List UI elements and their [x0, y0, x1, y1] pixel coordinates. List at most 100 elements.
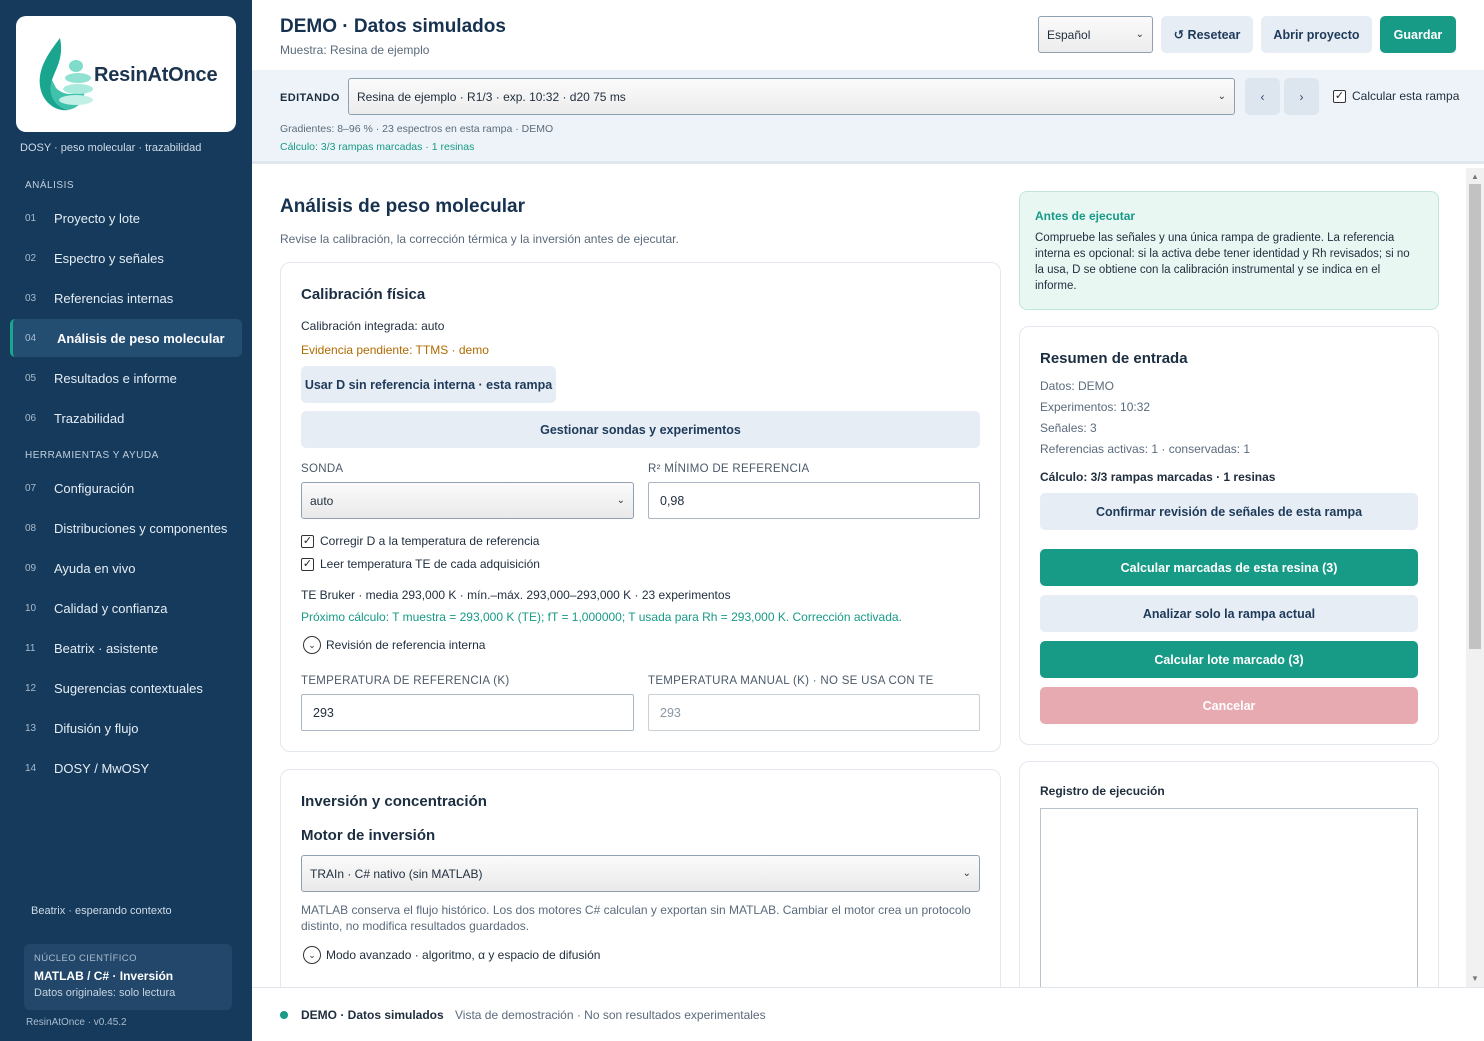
tagline: DOSY · peso molecular · trazabilidad — [20, 142, 202, 154]
probe-select[interactable]: auto ⌄ — [301, 482, 634, 519]
summary-data: Datos: DEMO — [1040, 379, 1115, 393]
alert-title: Antes de ejecutar — [1035, 209, 1136, 223]
run-log-card: Registro de ejecución — [1019, 761, 1439, 1009]
r2-label: R² MÍNIMO DE REFERENCIA — [648, 463, 810, 475]
alert-line: interna es opcional: si la activa debe t… — [1035, 248, 1410, 260]
run-log-textarea[interactable] — [1040, 808, 1418, 1008]
chevron-down-icon: ⌄ — [616, 495, 625, 506]
nav-item-references[interactable]: 03 Referencias internas — [10, 279, 242, 317]
language-select[interactable]: Español ⌄ — [1038, 16, 1153, 53]
edit-bar: EDITANDO Resina de ejemplo · R1/3 · exp.… — [252, 70, 1484, 164]
correct-d-label: Corregir D a la temperatura de referenci… — [320, 534, 540, 548]
nav-number: 06 — [25, 412, 37, 424]
r2-input[interactable]: 0,98 — [648, 482, 980, 519]
nav-item-suggestions[interactable]: 12 Sugerencias contextuales — [10, 669, 242, 707]
nav-item-quality[interactable]: 10 Calidad y confianza — [10, 589, 242, 627]
nav-item-dosy[interactable]: 14 DOSY / MwOSY — [10, 749, 242, 787]
analyze-current-ramp-button[interactable]: Analizar solo la rampa actual — [1040, 595, 1418, 632]
alert-line: Compruebe las señales y una única rampa … — [1035, 232, 1395, 244]
page-title: DEMO · Datos simulados — [280, 16, 506, 37]
engine-value: TRAIn · C# nativo (sin MATLAB) — [310, 866, 483, 881]
language-value: Español — [1047, 27, 1091, 42]
advanced-mode-label: Modo avanzado · algoritmo, α y espacio d… — [326, 948, 601, 962]
manage-probes-button[interactable]: Gestionar sondas y experimentos — [301, 411, 980, 448]
nav-item-live-help[interactable]: 09 Ayuda en vivo — [10, 549, 242, 587]
nav-item-project[interactable]: 01 Proyecto y lote — [10, 199, 242, 237]
status-dot-icon — [280, 1011, 288, 1019]
nav-number: 01 — [25, 212, 37, 224]
nav-item-molecular-weight[interactable]: 04 Análisis de peso molecular — [10, 319, 242, 357]
engine-select[interactable]: TRAIn · C# nativo (sin MATLAB) ⌄ — [301, 855, 980, 892]
advanced-mode-toggle[interactable]: ⌄ Modo avanzado · algoritmo, α y espacio… — [303, 946, 600, 964]
scrollbar-thumb[interactable] — [1469, 184, 1481, 649]
footer: DEMO · Datos simulados Vista de demostra… — [252, 987, 1484, 1041]
nav-item-results[interactable]: 05 Resultados e informe — [10, 359, 242, 397]
nav-item-traceability[interactable]: 06 Trazabilidad — [10, 399, 242, 437]
nav-number: 09 — [25, 562, 37, 574]
cancel-button[interactable]: Cancelar — [1040, 687, 1418, 724]
logo-card: ResinAtOnce — [16, 16, 236, 132]
engine-note-line2: distinto, no modifica resultados guardad… — [301, 919, 530, 933]
nav-item-configuration[interactable]: 07 Configuración — [10, 469, 242, 507]
te-info: TE Bruker · media 293,000 K · mín.–máx. … — [301, 588, 731, 602]
chevron-down-icon: ⌄ — [1135, 29, 1144, 40]
core-subtitle: Datos originales: solo lectura — [34, 987, 176, 999]
calc-ramp-label: Calcular esta rampa — [1352, 89, 1460, 103]
core-title: MATLAB / C# · Inversión — [34, 969, 174, 983]
summary-signals: Señales: 3 — [1040, 421, 1097, 435]
editing-label: EDITANDO — [280, 92, 340, 104]
nav-label: Análisis de peso molecular — [57, 330, 225, 346]
calc-marked-resin-button[interactable]: Calcular marcadas de esta resina (3) — [1040, 549, 1418, 586]
calc-info: Cálculo: 3/3 rampas marcadas · 1 resinas — [280, 141, 475, 153]
probe-value: auto — [310, 493, 334, 508]
integrated-calibration: Calibración integrada: auto — [301, 319, 445, 333]
nav-item-spectrum[interactable]: 02 Espectro y señales — [10, 239, 242, 277]
confirm-signals-button[interactable]: Confirmar revisión de señales de esta ra… — [1040, 493, 1418, 530]
calc-ramp-checkbox[interactable]: ✓ Calcular esta rampa — [1333, 89, 1459, 103]
calc-batch-button[interactable]: Calcular lote marcado (3) — [1040, 641, 1418, 678]
core-label: NÚCLEO CIENTÍFICO — [34, 953, 137, 964]
sidebar: ResinAtOnce DOSY · peso molecular · traz… — [0, 0, 252, 1041]
nav-item-diffusion[interactable]: 13 Difusión y flujo — [10, 709, 242, 747]
nav-number: 11 — [25, 642, 36, 654]
nav-label: DOSY / MwOSY — [54, 760, 150, 776]
ref-temp-label: TEMPERATURA DE REFERENCIA (K) — [301, 675, 510, 687]
expand-chevron-icon: ⌄ — [303, 946, 321, 964]
reference-review-toggle[interactable]: ⌄ Revisión de referencia interna — [303, 636, 485, 654]
ref-temp-input[interactable]: 293 — [301, 694, 634, 731]
pending-evidence: Evidencia pendiente: TTMS · demo — [301, 343, 489, 357]
inversion-card: Inversión y concentración Motor de inver… — [280, 769, 1001, 1009]
core-card: NÚCLEO CIENTÍFICO MATLAB / C# · Inversió… — [24, 944, 232, 1010]
calibration-title: Calibración física — [301, 286, 426, 303]
scroll-up-icon[interactable]: ▲ — [1466, 172, 1484, 181]
reset-button[interactable]: ↺ Resetear — [1161, 16, 1253, 53]
footer-note: Vista de demostración · No son resultado… — [455, 1008, 766, 1022]
run-log-title: Registro de ejecución — [1040, 784, 1165, 798]
nav-label: Configuración — [54, 480, 135, 496]
gradient-info: Gradientes: 8–96 % · 23 espectros en est… — [280, 123, 554, 135]
nav-number: 04 — [25, 332, 37, 344]
section-title: Análisis de peso molecular — [280, 196, 525, 217]
next-ramp-button[interactable]: › — [1284, 78, 1319, 115]
checkbox-checked-icon[interactable]: ✓ — [301, 557, 314, 571]
read-te-checkbox[interactable]: ✓ Leer temperatura TE de cada adquisició… — [301, 557, 540, 571]
section-label-analysis: ANÁLISIS — [25, 180, 75, 191]
nav-item-beatrix[interactable]: 11 Beatrix · asistente — [10, 629, 242, 667]
prev-ramp-button[interactable]: ‹ — [1245, 78, 1280, 115]
checkbox-checked-icon[interactable]: ✓ — [1333, 89, 1346, 103]
alert-line: la usa, D se obtiene con la calibración … — [1035, 264, 1381, 276]
nav-number: 03 — [25, 292, 37, 304]
correct-d-checkbox[interactable]: ✓ Corregir D a la temperatura de referen… — [301, 534, 539, 548]
checkbox-checked-icon[interactable]: ✓ — [301, 534, 314, 548]
scroll-down-icon[interactable]: ▼ — [1466, 974, 1484, 983]
main-scrollbar[interactable]: ▲ ▼ — [1466, 168, 1484, 988]
manual-temp-input[interactable]: 293 — [648, 694, 980, 731]
nav-number: 14 — [25, 762, 37, 774]
beatrix-status: Beatrix · esperando contexto — [31, 905, 172, 917]
nav-item-distributions[interactable]: 08 Distribuciones y componentes — [10, 509, 242, 547]
open-project-button[interactable]: Abrir proyecto — [1261, 16, 1372, 53]
nav-label: Distribuciones y componentes — [54, 520, 228, 536]
ramp-select[interactable]: Resina de ejemplo · R1/3 · exp. 10:32 · … — [348, 78, 1235, 115]
save-button[interactable]: Guardar — [1380, 16, 1456, 53]
use-d-without-reference-button[interactable]: Usar D sin referencia interna · esta ram… — [301, 366, 556, 403]
